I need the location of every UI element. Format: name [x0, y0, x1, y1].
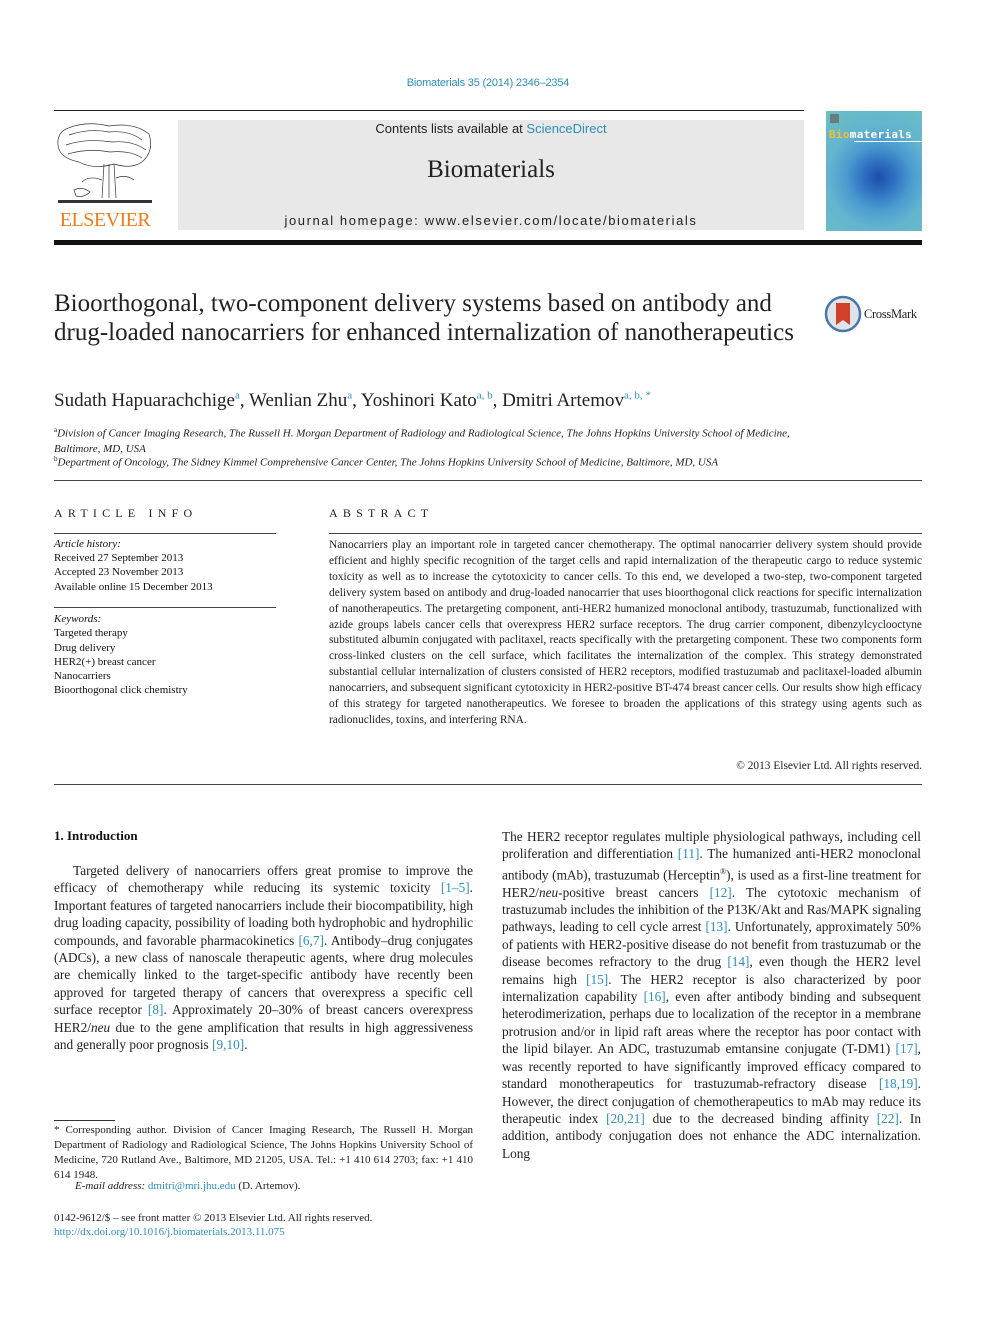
- body-text: .: [244, 1037, 248, 1053]
- corresponding-author-footnote: * Corresponding author. Division of Canc…: [54, 1124, 473, 1182]
- reference-link[interactable]: [15]: [586, 972, 608, 987]
- cover-title: Biomaterials: [829, 128, 913, 141]
- elsevier-logo[interactable]: ELSEVIER: [54, 120, 156, 232]
- sciencedirect-link[interactable]: ScienceDirect: [526, 121, 606, 136]
- email-line: E-mail address: dmitri@mri.jhu.edu (D. A…: [75, 1180, 300, 1192]
- italic-text: neu: [538, 884, 559, 900]
- abstract-heading: ABSTRACT: [329, 506, 434, 520]
- divider: [54, 607, 276, 608]
- body-text: Targeted delivery of nanocarriers offers…: [54, 863, 473, 896]
- author-affiliation-marker[interactable]: a: [235, 390, 240, 402]
- homepage-prefix: journal homepage:: [284, 213, 425, 228]
- keyword: Bioorthogonal click chemistry: [54, 684, 188, 697]
- crossmark-label: CrossMark: [864, 307, 917, 321]
- history-item: Accepted 23 November 2013: [54, 566, 184, 579]
- header-thick-divider: [54, 240, 922, 245]
- abstract-text: Nanocarriers play an important role in t…: [329, 539, 922, 726]
- reference-link[interactable]: [1–5]: [441, 880, 470, 895]
- journal-name: Biomaterials: [427, 156, 555, 183]
- article-title: Bioorthogonal, two-component delivery sy…: [54, 290, 794, 346]
- body-text: due to the decreased binding affinity: [644, 1110, 877, 1126]
- keywords-label: Keywords:: [54, 613, 102, 625]
- reference-link[interactable]: [17]: [896, 1041, 918, 1056]
- keyword: Nanocarriers: [54, 670, 111, 683]
- author-name[interactable]: Wenlian Zhu: [249, 390, 347, 411]
- header-divider: [54, 110, 804, 111]
- body-column-left: Targeted delivery of nanocarriers offers…: [54, 862, 473, 1053]
- email-label: E-mail address:: [75, 1180, 148, 1192]
- author-name[interactable]: Dmitri Artemov: [502, 390, 624, 411]
- body-text: due to the gene amplification that resul…: [54, 1019, 473, 1053]
- history-label: Article history:: [54, 538, 121, 550]
- italic-text: neu: [90, 1019, 111, 1035]
- history-item: Available online 15 December 2013: [54, 580, 213, 593]
- doi-link[interactable]: http://dx.doi.org/10.1016/j.biomaterials…: [54, 1226, 285, 1238]
- reference-link[interactable]: [14]: [727, 954, 749, 969]
- affiliation: bDepartment of Oncology, The Sidney Kimm…: [54, 455, 719, 469]
- author-name[interactable]: Sudath Hapuarachchige: [54, 390, 235, 411]
- author-affiliation-marker[interactable]: a, b: [477, 390, 493, 402]
- author-affiliation-marker[interactable]: a: [347, 390, 352, 402]
- email-suffix: (D. Artemov).: [235, 1180, 301, 1192]
- divider: [54, 784, 922, 785]
- reference-link[interactable]: [9,10]: [212, 1037, 244, 1052]
- reference-link[interactable]: [8]: [148, 1002, 164, 1017]
- homepage-url-link[interactable]: www.elsevier.com/locate/biomaterials: [425, 213, 698, 228]
- abstract-copyright: © 2013 Elsevier Ltd. All rights reserved…: [736, 760, 922, 772]
- reference-link[interactable]: [18,19]: [879, 1076, 918, 1091]
- divider: [54, 480, 922, 481]
- journal-citation-link[interactable]: Biomaterials 35 (2014) 2346–2354: [0, 77, 976, 89]
- reference-link[interactable]: [13]: [705, 919, 727, 934]
- divider: [54, 533, 276, 534]
- crossmark-icon: [824, 295, 862, 333]
- elsevier-tree-icon: [57, 123, 152, 203]
- keywords-list: Keywords: Targeted therapy Drug delivery…: [54, 612, 276, 698]
- reference-link[interactable]: [12]: [710, 885, 732, 900]
- article-history: Article history: Received 27 September 2…: [54, 537, 276, 594]
- cover-rule: [854, 141, 922, 142]
- section-heading-introduction: 1. Introduction: [54, 828, 138, 843]
- author-name[interactable]: Yoshinori Kato: [361, 390, 477, 411]
- crossmark-button[interactable]: CrossMark: [824, 295, 924, 335]
- keyword: HER2(+) breast cancer: [54, 655, 156, 668]
- author-affiliation-marker[interactable]: a, b, *: [624, 390, 651, 402]
- journal-cover-thumbnail[interactable]: Biomaterials: [826, 111, 922, 231]
- reference-link[interactable]: [6,7]: [298, 933, 323, 948]
- article-info-heading: ARTICLE INFO: [54, 506, 198, 520]
- keyword: Targeted therapy: [54, 627, 128, 640]
- keyword: Drug delivery: [54, 641, 116, 654]
- divider: [329, 533, 922, 534]
- author-list: Sudath Hapuarachchigea, Wenlian Zhua, Yo…: [54, 389, 651, 411]
- journal-homepage-line: journal homepage: www.elsevier.com/locat…: [178, 213, 804, 228]
- cover-publisher-icon: [830, 114, 839, 123]
- reference-link[interactable]: [11]: [678, 846, 700, 861]
- reference-link[interactable]: [16]: [644, 989, 666, 1004]
- email-link[interactable]: dmitri@mri.jhu.edu: [148, 1180, 236, 1192]
- contents-prefix: Contents lists available at: [375, 121, 527, 136]
- body-text: -positive breast cancers: [558, 884, 710, 900]
- footnote-divider: [54, 1120, 115, 1121]
- contents-line: Contents lists available at ScienceDirec…: [178, 121, 804, 136]
- history-item: Received 27 September 2013: [54, 552, 184, 565]
- reference-link[interactable]: [20,21]: [606, 1111, 645, 1126]
- body-column-right: The HER2 receptor regulates multiple phy…: [502, 828, 921, 1162]
- reference-link[interactable]: [22]: [877, 1111, 899, 1126]
- issn-line: 0142-9612/$ – see front matter © 2013 El…: [54, 1212, 373, 1224]
- elsevier-wordmark: ELSEVIER: [59, 209, 151, 231]
